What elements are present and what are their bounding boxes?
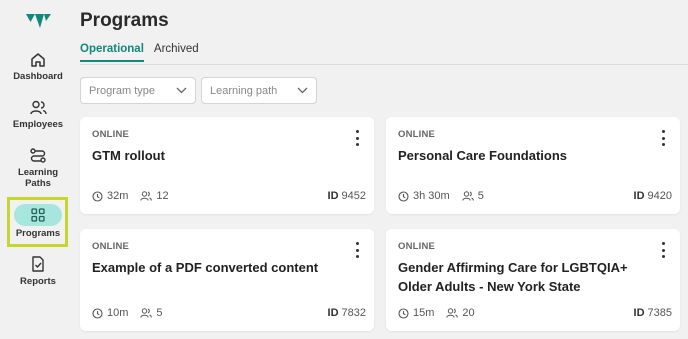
people-icon xyxy=(140,191,153,201)
delivery-mode: ONLINE xyxy=(398,241,436,252)
tabs-divider xyxy=(80,64,688,65)
program-meta: 3h 30m 5 xyxy=(398,190,496,202)
program-card[interactable]: ONLINE Gender Affirming Care for LGBTQIA… xyxy=(386,229,680,331)
program-meta: 15m 20 xyxy=(398,307,487,319)
more-options-icon[interactable] xyxy=(660,242,666,258)
sidebar: Dashboard Employees Learning Paths Progr… xyxy=(0,0,76,339)
clock-icon xyxy=(92,190,103,202)
learning-path-placeholder: Learning path xyxy=(210,84,278,97)
clock-icon xyxy=(398,190,409,202)
sidebar-item-learning-paths[interactable]: Learning Paths xyxy=(0,148,76,189)
more-options-icon[interactable] xyxy=(354,130,360,146)
brand-logo xyxy=(26,14,51,28)
clock-icon xyxy=(92,307,103,319)
more-options-icon[interactable] xyxy=(354,242,360,258)
delivery-mode: ONLINE xyxy=(92,129,130,140)
delivery-mode: ONLINE xyxy=(398,129,436,140)
delivery-mode: ONLINE xyxy=(92,241,130,252)
program-card[interactable]: ONLINE Example of a PDF converted conten… xyxy=(80,229,374,331)
chevron-down-icon xyxy=(297,87,308,94)
tab-operational[interactable]: Operational xyxy=(80,43,144,62)
sidebar-item-employees[interactable]: Employees xyxy=(0,100,76,130)
enrolled-count: 5 xyxy=(156,307,163,319)
program-type-select[interactable]: Program type xyxy=(80,77,196,104)
clock-icon xyxy=(398,307,409,319)
route-icon xyxy=(30,148,46,163)
grid-icon xyxy=(31,208,45,222)
sidebar-item-label: Dashboard xyxy=(13,71,63,82)
program-meta: 32m 12 xyxy=(92,190,181,202)
program-meta: 10m 5 xyxy=(92,307,175,319)
people-icon xyxy=(462,191,474,201)
program-duration: 3h 30m xyxy=(413,190,450,202)
program-id: ID 7832 xyxy=(327,307,366,319)
home-icon xyxy=(31,53,45,67)
program-name: GTM rollout xyxy=(92,148,165,163)
more-options-icon[interactable] xyxy=(660,130,666,146)
enrolled-count: 20 xyxy=(462,307,475,319)
program-duration: 32m xyxy=(107,190,129,202)
sidebar-item-label: Learning Paths xyxy=(17,167,59,189)
active-pill xyxy=(14,204,62,226)
program-id: ID 9420 xyxy=(633,190,672,202)
people-icon xyxy=(29,100,47,115)
page-title: Programs xyxy=(80,10,169,31)
learning-path-select[interactable]: Learning path xyxy=(201,77,317,104)
program-name: Example of a PDF converted content xyxy=(92,260,319,275)
program-id: ID 9452 xyxy=(327,190,366,202)
enrolled-count: 12 xyxy=(156,190,169,202)
program-name: Gender Affirming Care for LGBTQIA+ Older… xyxy=(398,260,628,294)
sidebar-item-label: Programs xyxy=(15,228,61,239)
enrolled-count: 5 xyxy=(477,190,484,202)
sidebar-item-label: Reports xyxy=(20,276,56,287)
program-name: Personal Care Foundations xyxy=(398,148,568,163)
sidebar-item-reports[interactable]: Reports xyxy=(0,256,76,287)
program-id: ID 7385 xyxy=(633,307,672,319)
sidebar-item-programs[interactable]: Programs xyxy=(0,204,76,239)
program-card[interactable]: ONLINE GTM rollout 32m 12 ID 9452 xyxy=(80,117,374,214)
report-icon xyxy=(32,256,44,272)
program-card[interactable]: ONLINE Personal Care Foundations 3h 30m … xyxy=(386,117,680,214)
people-icon xyxy=(140,308,153,318)
program-type-placeholder: Program type xyxy=(89,84,156,97)
people-icon xyxy=(446,308,459,318)
chevron-down-icon xyxy=(176,87,187,94)
tab-archived[interactable]: Archived xyxy=(154,43,199,62)
tabs: Operational Archived xyxy=(80,43,199,62)
program-duration: 10m xyxy=(107,307,129,319)
sidebar-item-dashboard[interactable]: Dashboard xyxy=(0,52,76,82)
sidebar-item-label: Employees xyxy=(12,119,64,130)
program-duration: 15m xyxy=(413,307,435,319)
